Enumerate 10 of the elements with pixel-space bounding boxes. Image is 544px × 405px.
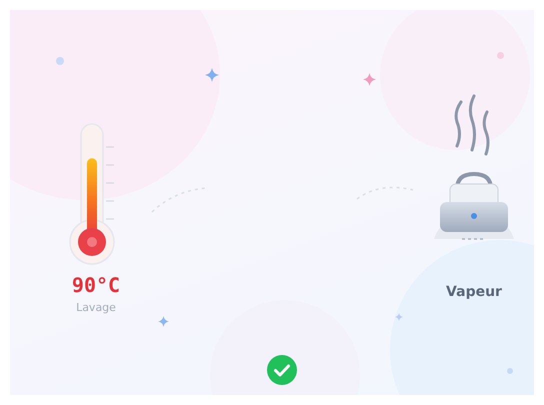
sparkle-icon [395, 313, 403, 321]
sparkle-icon [205, 68, 219, 82]
sparkle-icon [363, 73, 376, 86]
sparkle-icon [158, 316, 169, 327]
wash-label: Lavage [76, 301, 116, 314]
steam-label: Vapeur [446, 284, 502, 300]
dot-icon [497, 52, 504, 59]
temperature-reading: 90°C [72, 273, 120, 297]
dot-icon [56, 57, 64, 65]
dot-icon [507, 368, 513, 374]
